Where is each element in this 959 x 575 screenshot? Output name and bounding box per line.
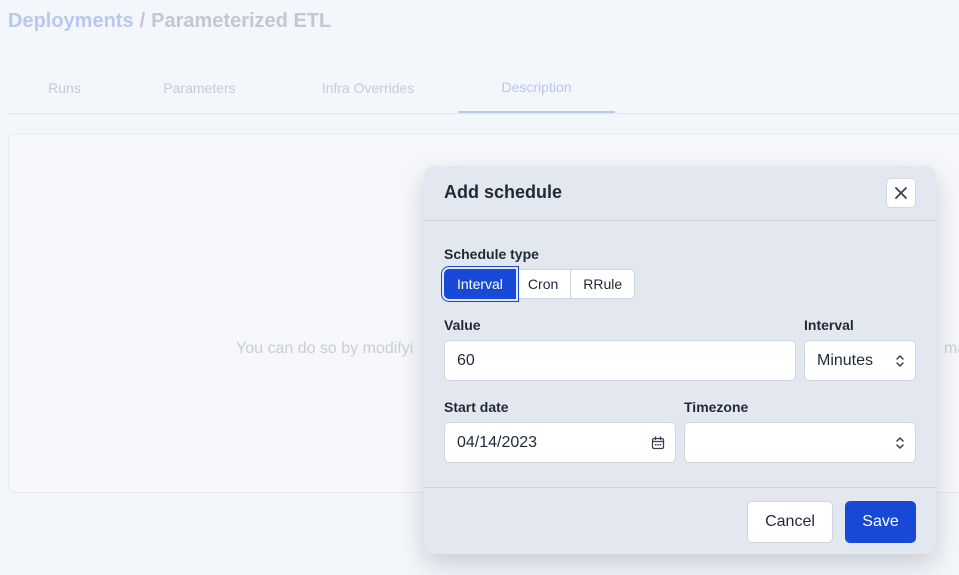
modal-title: Add schedule (444, 182, 563, 202)
schedule-type-label: Schedule type (444, 246, 539, 262)
interval-select[interactable]: Minutes (804, 340, 916, 381)
timezone-select[interactable] (684, 422, 916, 463)
chevron-up-down-icon (895, 435, 905, 451)
chevron-up-down-icon (895, 353, 905, 369)
tab-infra-overrides[interactable]: Infra Overrides (278, 62, 458, 113)
tab-runs[interactable]: Runs (8, 62, 121, 113)
value-label: Value (444, 317, 481, 333)
save-button[interactable]: Save (845, 501, 916, 543)
add-schedule-modal: Add schedule Schedule type Interval Cron… (424, 166, 936, 554)
breadcrumb-separator: / (139, 10, 146, 32)
close-icon (895, 187, 907, 199)
value-input[interactable]: 60 (444, 340, 796, 381)
calendar-icon[interactable] (651, 435, 665, 450)
modal-header: Add schedule (424, 166, 936, 221)
breadcrumb-deployments-link[interactable]: Deployments (8, 10, 134, 32)
modal-footer: Cancel Save (424, 487, 936, 554)
schedule-type-rrule-button[interactable]: RRule (570, 269, 636, 299)
start-date-input[interactable]: 04/14/2023 (444, 422, 676, 463)
schedule-type-interval-button[interactable]: Interval (444, 269, 516, 299)
description-empty-text-end: ma (944, 340, 959, 357)
start-date-label: Start date (444, 399, 509, 415)
tab-description[interactable]: Description (458, 62, 615, 113)
tab-parameters[interactable]: Parameters (121, 62, 278, 113)
tab-bar: Runs Parameters Infra Overrides Descript… (8, 62, 959, 114)
value-input-text: 60 (457, 351, 475, 369)
breadcrumb: Deployments / Parameterized ETL (8, 10, 331, 33)
timezone-label: Timezone (684, 399, 749, 415)
interval-select-value: Minutes (817, 351, 874, 369)
schedule-type-cron-button[interactable]: Cron (514, 269, 572, 299)
close-button[interactable] (886, 178, 916, 208)
breadcrumb-current: Parameterized ETL (151, 10, 332, 32)
start-date-value: 04/14/2023 (457, 433, 538, 451)
description-empty-text: You can do so by modifyi (236, 340, 414, 357)
schedule-type-toggle: Interval Cron RRule (444, 269, 636, 299)
interval-label: Interval (804, 317, 854, 333)
cancel-button[interactable]: Cancel (747, 501, 833, 543)
